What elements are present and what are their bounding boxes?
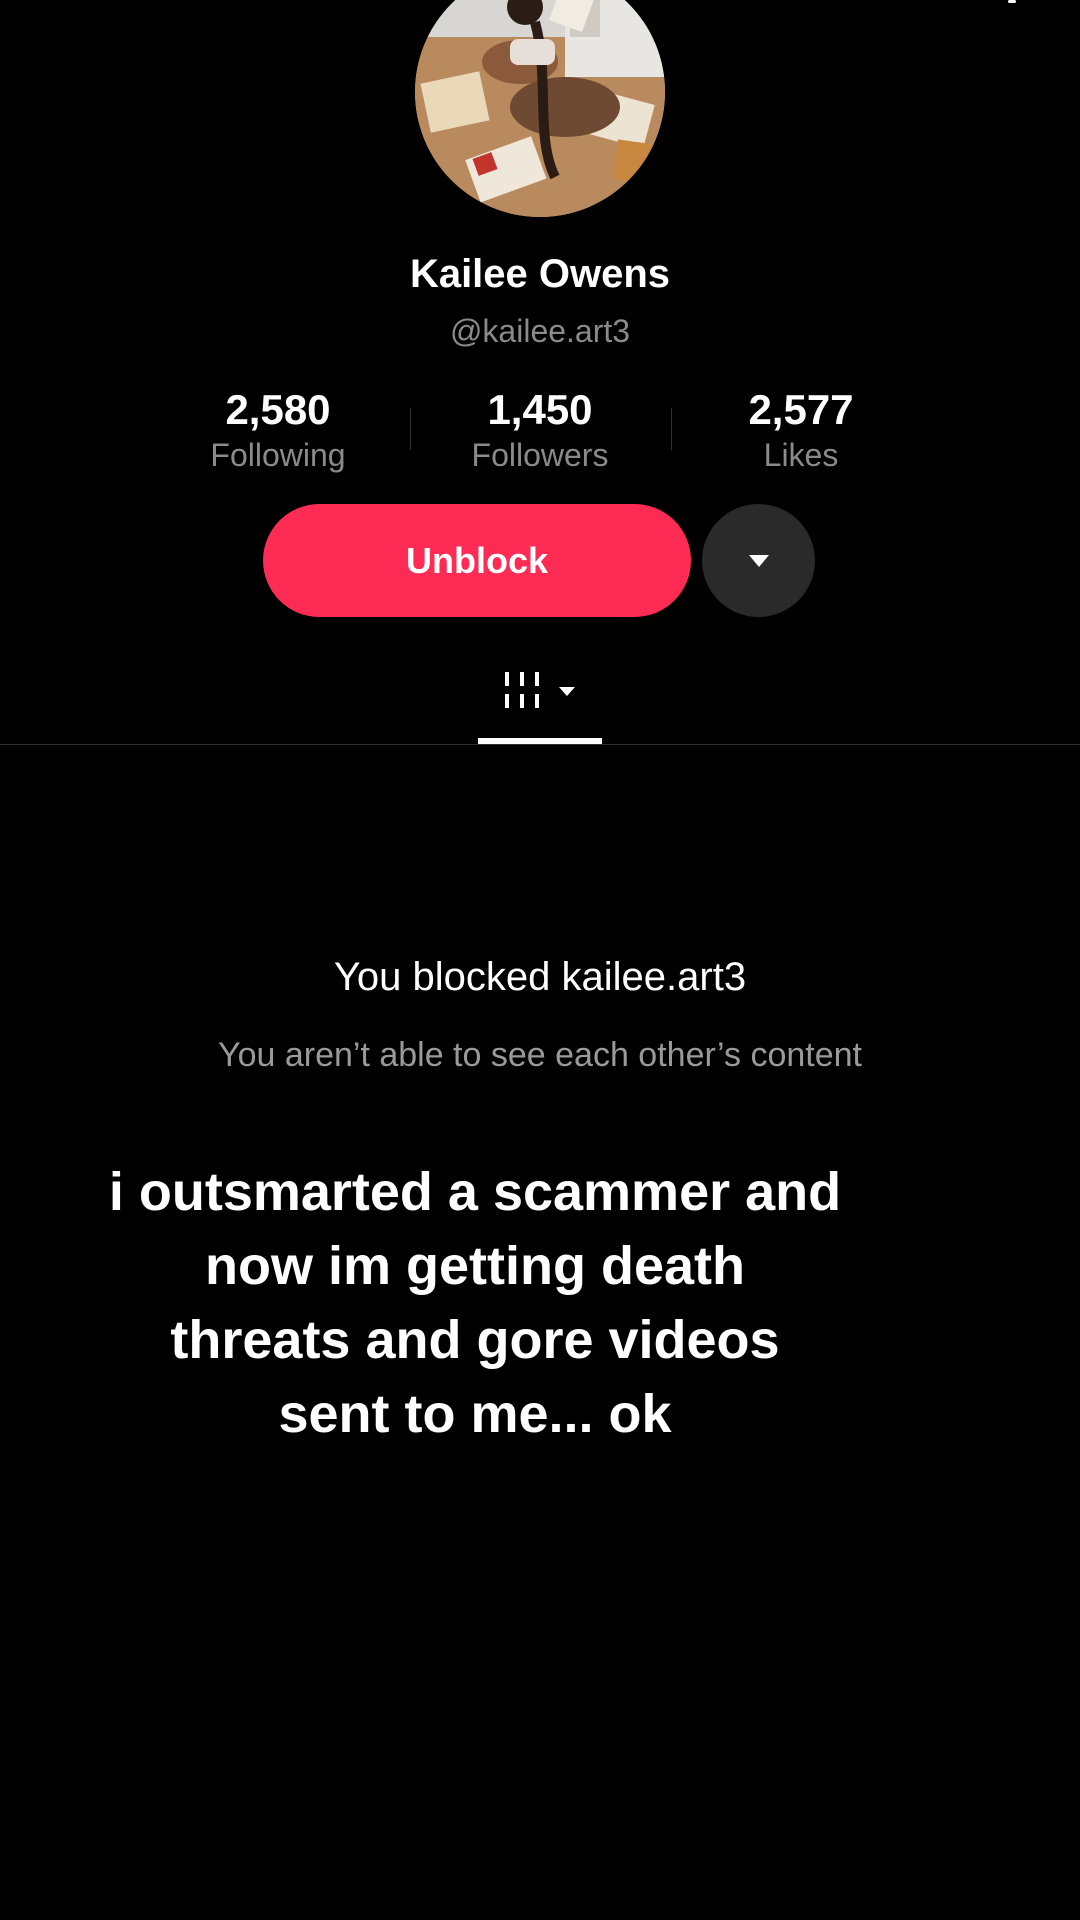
stat-following[interactable]: 2,580 Following — [148, 385, 408, 475]
caret-down-icon — [748, 554, 769, 567]
stat-likes[interactable]: 2,577 Likes — [671, 385, 931, 475]
unblock-button[interactable]: Unblock — [263, 504, 691, 617]
grid-icon — [505, 672, 575, 708]
more-options-button[interactable] — [702, 504, 815, 617]
stat-value: 2,580 — [225, 386, 331, 433]
caption-line: sent to me... ok — [278, 1384, 672, 1444]
avatar[interactable] — [415, 0, 665, 217]
stat-label: Likes — [763, 437, 839, 473]
blocked-subtitle: You aren’t able to see each other’s cont… — [218, 1036, 862, 1074]
stat-label: Followers — [471, 437, 609, 473]
caption-line: i outsmarted a scammer and — [108, 1162, 842, 1222]
stat-followers[interactable]: 1,450 Followers — [410, 385, 670, 475]
tab-videos[interactable] — [478, 660, 602, 745]
stat-value: 1,450 — [487, 386, 593, 433]
profile-name: Kailee Owens — [409, 252, 671, 296]
blocked-title: You blocked kailee.art3 — [333, 955, 747, 999]
profile-handle: @kailee.art3 — [449, 313, 631, 349]
status-indicator — [1008, 0, 1016, 3]
caret-down-icon — [559, 687, 575, 696]
avatar-photo — [415, 0, 665, 217]
video-caption: i outsmarted a scammer and now im gettin… — [60, 1155, 890, 1451]
stat-value: 2,577 — [748, 386, 854, 433]
caption-line: now im getting death — [205, 1236, 745, 1296]
caption-line: threats and gore videos — [170, 1310, 780, 1370]
stat-label: Following — [210, 437, 346, 473]
tab-divider — [0, 744, 1080, 745]
